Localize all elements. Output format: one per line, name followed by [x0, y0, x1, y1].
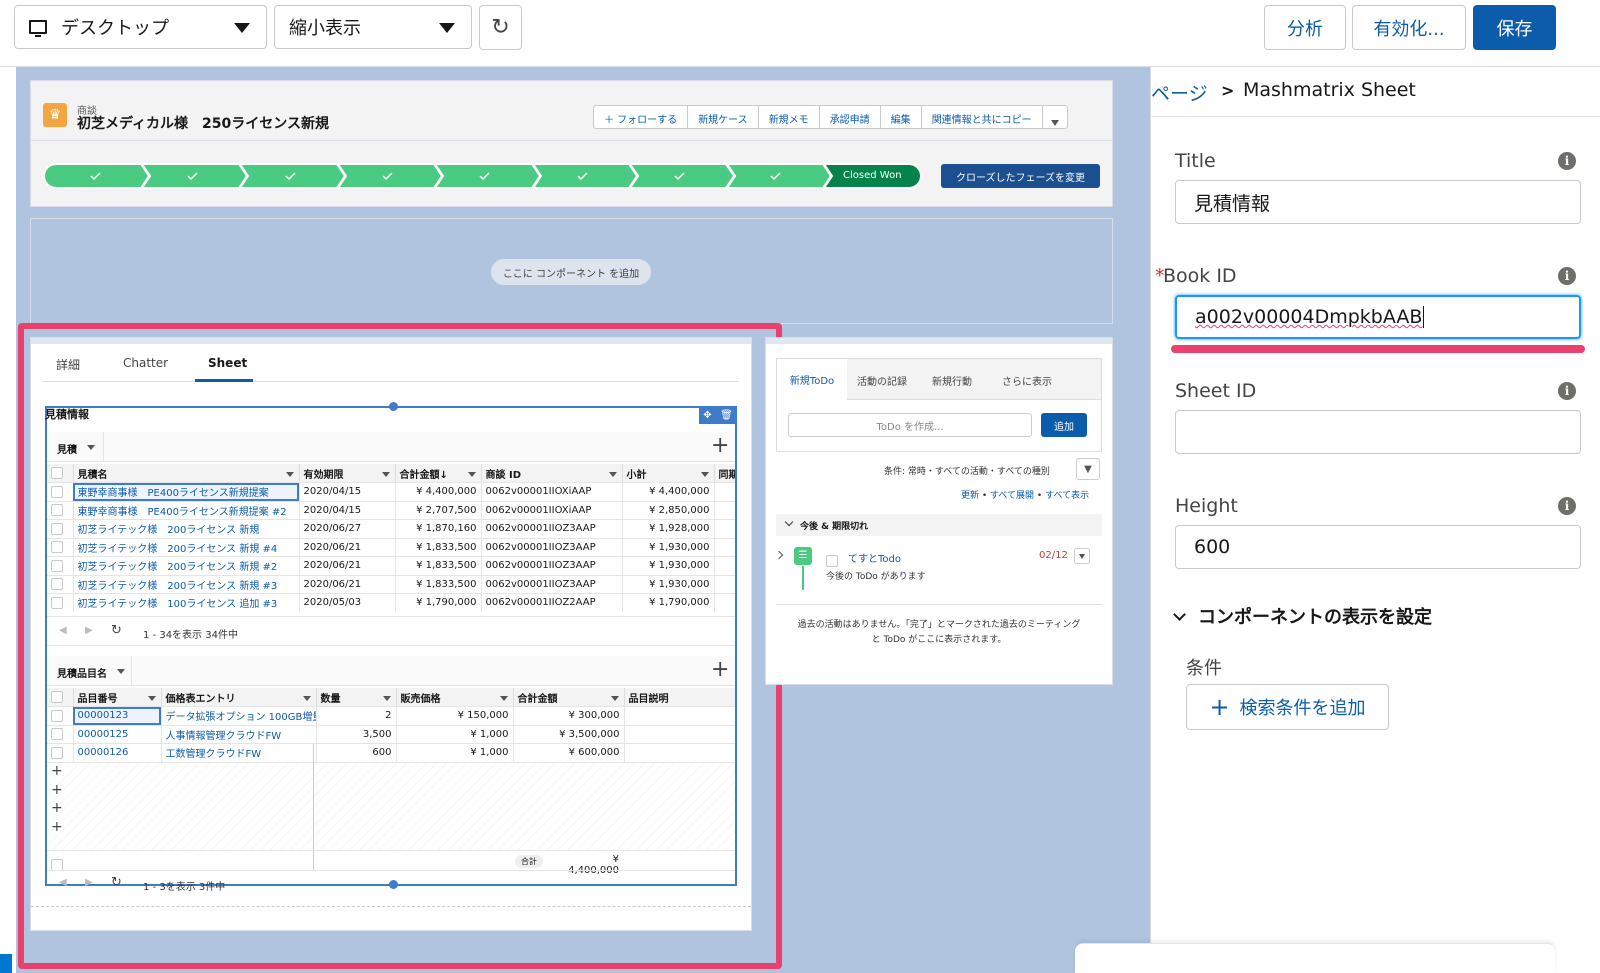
zoom-select[interactable]: 縮小表示 [274, 5, 472, 49]
action-bar: ＋ フォローする 新規ケース 新規メモ 承認申請 編集 関連情報と共にコピー [593, 105, 1068, 129]
visibility-section-title: コンポーネントの表示を設定 [1198, 607, 1432, 628]
todo-menu-button[interactable] [1074, 548, 1090, 564]
chevron-down-icon [234, 23, 250, 33]
sales-path: Closed Won [43, 163, 923, 189]
breadcrumb-current: Mashmatrix Sheet [1243, 79, 1416, 101]
info-icon[interactable]: i [1558, 497, 1576, 515]
record-header[interactable]: ♛ 商談 初芝メディカル様 250ライセンス新規 ＋ フォローする 新規ケース … [30, 80, 1113, 207]
sheetid-label: Sheet ID [1175, 380, 1257, 402]
approval-button[interactable]: 承認申請 [820, 106, 881, 128]
upcoming-section[interactable]: 今後 & 期限切れ [776, 514, 1102, 536]
filter-text: 条件: 常時・すべての活動・すべての種別 [884, 467, 1050, 477]
left-gutter [0, 67, 16, 973]
activate-button[interactable]: 有効化... [1352, 5, 1466, 50]
tab-new-todo[interactable]: 新規ToDo [777, 359, 847, 400]
analyze-button[interactable]: 分析 [1264, 5, 1346, 50]
tab-new-event[interactable]: 新規行動 [932, 373, 972, 388]
view-all-link[interactable]: すべて表示 [1045, 491, 1089, 501]
expand-all-link[interactable]: すべて展開 [990, 491, 1034, 501]
chevron-down-icon [784, 517, 794, 527]
builder-toolbar: デスクトップ 縮小表示 ↻ 分析 有効化... 保存 [0, 0, 1600, 67]
follow-button[interactable]: ＋ フォローする [594, 106, 689, 128]
title-label: Title [1175, 150, 1216, 172]
desktop-icon [29, 20, 47, 37]
bookid-label: Book ID [1163, 265, 1237, 287]
todo-subtext: 今後の ToDo があります [826, 572, 926, 582]
property-panel: ページ > Mashmatrix Sheet Title i 見積情報 * Bo… [1075, 67, 1600, 973]
activity-component: 新規ToDo 活動の記録 新規行動 さらに表示 ToDo を作成... 追加 条… [765, 337, 1113, 685]
stage-closed-won[interactable]: Closed Won [843, 170, 902, 181]
highlight-frame [18, 323, 782, 969]
todo-checkbox[interactable] [826, 554, 838, 567]
chevron-down-icon [1173, 607, 1186, 621]
zoom-label: 縮小表示 [289, 18, 361, 39]
path-stages [43, 163, 922, 189]
record-title: 初芝メディカル様 250ライセンス新規 [77, 116, 329, 132]
todo-date: 02/12 [1039, 550, 1068, 561]
tab-log-activity[interactable]: 活動の記録 [857, 373, 907, 388]
more-actions-button[interactable] [1043, 106, 1067, 128]
height-label: Height [1175, 495, 1238, 517]
add-component-button[interactable]: ここに コンポーネント を追加 [491, 259, 651, 285]
chevron-down-icon [439, 23, 455, 33]
device-select[interactable]: デスクトップ [14, 5, 267, 49]
empty-activity-text: 過去の活動はありません。「完了」とマークされた過去のミーティングと ToDo が… [797, 620, 1081, 645]
sheetid-input[interactable] [1175, 410, 1581, 454]
edit-button[interactable]: 編集 [881, 106, 922, 128]
clone-button[interactable]: 関連情報と共にコピー [922, 106, 1043, 128]
add-filter-button[interactable]: + 検索条件を追加 [1186, 684, 1389, 730]
refresh-button[interactable]: ↻ [479, 5, 522, 50]
breadcrumb: ページ > Mashmatrix Sheet [1151, 67, 1600, 117]
info-icon[interactable]: i [1558, 382, 1576, 400]
refresh-icon: ↻ [491, 15, 510, 40]
height-input[interactable]: 600 [1175, 525, 1581, 569]
todo-input[interactable]: ToDo を作成... [788, 413, 1032, 437]
todo-name[interactable]: てすとTodo [848, 550, 901, 565]
info-icon[interactable]: i [1558, 152, 1576, 170]
plus-icon: + [1209, 693, 1230, 721]
bookid-input[interactable]: a002v00004DmpkbAAB [1175, 295, 1581, 339]
new-case-button[interactable]: 新規ケース [688, 106, 759, 128]
conditions-label: 条件 [1186, 658, 1222, 679]
activity-tabs: 新規ToDo 活動の記録 新規行動 さらに表示 [776, 358, 1102, 400]
opportunity-icon: ♛ [43, 103, 67, 127]
title-input[interactable]: 見積情報 [1175, 180, 1581, 224]
add-todo-button[interactable]: 追加 [1041, 413, 1087, 437]
chevron-right-icon[interactable] [774, 550, 784, 560]
highlight-underline [1171, 345, 1585, 353]
bottom-panel-edge [1075, 943, 1555, 973]
tab-more[interactable]: さらに表示 [1002, 373, 1052, 388]
device-label: デスクトップ [61, 18, 169, 39]
section-title: 今後 & 期限切れ [800, 522, 869, 532]
breadcrumb-root[interactable]: ページ [1151, 79, 1208, 106]
scroll-indicator [0, 954, 12, 973]
new-note-button[interactable]: 新規メモ [759, 106, 820, 128]
save-button[interactable]: 保存 [1473, 5, 1556, 50]
drop-zone[interactable]: ここに コンポーネント を追加 [30, 218, 1113, 324]
filter-icon[interactable]: ▼ [1076, 458, 1100, 480]
activity-links: 更新 • すべて展開 • すべて表示 [961, 491, 1090, 501]
visibility-section-toggle[interactable]: コンポーネントの表示を設定 [1173, 603, 1432, 629]
change-stage-button[interactable]: クローズしたフェーズを変更 [941, 164, 1100, 188]
task-icon: ☰ [794, 547, 812, 565]
refresh-link[interactable]: 更新 [961, 491, 979, 501]
breadcrumb-separator: > [1221, 81, 1235, 100]
info-icon[interactable]: i [1558, 267, 1576, 285]
